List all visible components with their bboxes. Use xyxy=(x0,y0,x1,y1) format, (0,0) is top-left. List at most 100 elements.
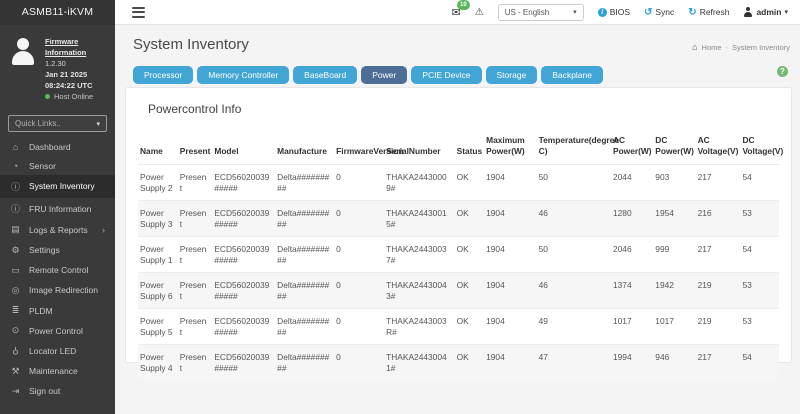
table-cell: 219 xyxy=(696,273,741,309)
table-cell: Delta######### xyxy=(275,165,334,201)
table-cell: ECD56020039##### xyxy=(212,273,275,309)
language-value: US - English xyxy=(505,8,549,17)
powercontrol-panel: Powercontrol Info NamePresentModelManufa… xyxy=(125,87,792,363)
table-cell: 217 xyxy=(696,237,741,273)
sidebar-item-locator-led[interactable]: ⚲Locator LED xyxy=(0,341,115,361)
sidebar-item-label: System Inventory xyxy=(29,181,95,191)
chevron-down-icon: ▾ xyxy=(784,8,788,16)
sidebar-item-image-redirection[interactable]: ◎Image Redirection xyxy=(0,280,115,300)
column-header-manufacture: Manufacture xyxy=(275,132,334,165)
table-cell: 0 xyxy=(334,309,384,345)
table-cell: 54 xyxy=(740,165,779,201)
column-header-temperature-degree-c: Temperature(degree C) xyxy=(537,132,611,165)
column-header-model: Model xyxy=(212,132,275,165)
table-cell: 1904 xyxy=(484,345,537,381)
firmware-date: Jan 21 2025 08:24:22 UTC xyxy=(45,69,110,91)
table-cell: THAKA2443003R# xyxy=(384,309,455,345)
table-cell: 1994 xyxy=(611,345,653,381)
table-cell: OK xyxy=(455,345,484,381)
table-cell: Present xyxy=(178,201,213,237)
help-button[interactable]: ? xyxy=(777,66,788,77)
table-cell: 1017 xyxy=(653,309,695,345)
table-cell: 0 xyxy=(334,273,384,309)
refresh-icon: ↻ xyxy=(688,7,696,18)
tab-backplane[interactable]: Backplane xyxy=(541,66,603,84)
table-cell: Power Supply 4 xyxy=(138,345,178,381)
tab-memory-controller[interactable]: Memory Controller xyxy=(197,66,289,84)
sync-button[interactable]: ↺ Sync xyxy=(644,7,674,18)
gear-icon: ⚙ xyxy=(10,245,21,256)
sidebar-item-label: Maintenance xyxy=(29,366,78,376)
menu-toggle-button[interactable] xyxy=(132,7,145,18)
table-cell: Present xyxy=(178,309,213,345)
chevron-right-icon: › xyxy=(102,225,105,235)
table-cell: Present xyxy=(178,345,213,381)
table-cell: Delta######### xyxy=(275,201,334,237)
sidebar-item-dashboard[interactable]: ⌂Dashboard xyxy=(0,137,115,156)
refresh-label: Refresh xyxy=(700,7,730,17)
table-row: Power Supply 4PresentECD56020039#####Del… xyxy=(138,345,779,381)
table-cell: 219 xyxy=(696,309,741,345)
firmware-information-link[interactable]: Firmware Information xyxy=(45,36,110,58)
info-icon: i xyxy=(598,8,607,17)
sidebar-item-sign-out[interactable]: ⇥Sign out xyxy=(0,381,115,401)
table-cell: 47 xyxy=(537,345,611,381)
sidebar-item-fru-information[interactable]: ⓘ FRU Information xyxy=(0,198,115,220)
sync-label: Sync xyxy=(655,7,674,17)
table-cell: 0 xyxy=(334,165,384,201)
table-cell: 50 xyxy=(537,165,611,201)
messages-button[interactable]: ✉ 10 xyxy=(452,6,461,19)
bios-button[interactable]: i BIOS xyxy=(598,7,630,17)
sidebar-item-label: Logs & Reports xyxy=(29,225,88,235)
table-cell: Delta######### xyxy=(275,237,334,273)
user-icon xyxy=(743,7,753,17)
table-cell: OK xyxy=(455,165,484,201)
table-cell: Power Supply 3 xyxy=(138,201,178,237)
sidebar-item-label: Power Control xyxy=(29,326,83,336)
sidebar-item-power-control[interactable]: ⊙Power Control xyxy=(0,321,115,341)
sidebar-item-label: Settings xyxy=(29,245,60,255)
table-row: Power Supply 5PresentECD56020039#####Del… xyxy=(138,309,779,345)
column-header-dc-voltage-v: DC Voltage(V) xyxy=(740,132,779,165)
sidebar-item-sensor[interactable]: ◔Sensor xyxy=(0,156,115,175)
sidebar-item-settings[interactable]: ⚙ Settings xyxy=(0,240,115,260)
language-select[interactable]: US - English ▾ xyxy=(498,4,584,21)
quick-links-select[interactable]: Quick Links.. ▾ xyxy=(8,115,107,132)
table-cell: 0 xyxy=(334,345,384,381)
sync-icon: ↺ xyxy=(644,7,652,18)
bulb-icon: ⚲ xyxy=(10,345,21,356)
breadcrumb-separator: - xyxy=(726,43,729,52)
tab-pcie-device[interactable]: PCIE Device xyxy=(411,66,481,84)
tab-processor[interactable]: Processor xyxy=(133,66,193,84)
tab-storage[interactable]: Storage xyxy=(486,66,538,84)
sidebar-item-maintenance[interactable]: ⚒Maintenance xyxy=(0,361,115,381)
table-cell: 946 xyxy=(653,345,695,381)
sidebar-item-pldm[interactable]: ≣PLDM xyxy=(0,301,115,321)
sidebar-item-remote-control[interactable]: ▭Remote Control xyxy=(0,260,115,280)
breadcrumb-home[interactable]: Home xyxy=(702,43,722,52)
tab-baseboard[interactable]: BaseBoard xyxy=(293,66,357,84)
breadcrumb: ⌂ Home - System Inventory xyxy=(692,42,790,52)
sidebar-item-logs-reports[interactable]: ▤ Logs & Reports › xyxy=(0,220,115,240)
table-cell: 1280 xyxy=(611,201,653,237)
table-cell: 1904 xyxy=(484,201,537,237)
table-cell: 0 xyxy=(334,201,384,237)
table-cell: 216 xyxy=(696,201,741,237)
disc-icon: ◎ xyxy=(10,285,21,296)
profile-block: Firmware Information 1.2.30 Jan 21 2025 … xyxy=(0,25,115,108)
avatar xyxy=(8,38,38,68)
sidebar-item-label: PLDM xyxy=(29,306,53,316)
tab-power[interactable]: Power xyxy=(361,66,407,84)
sidebar-item-label: FRU Information xyxy=(29,204,91,214)
monitor-icon: ▭ xyxy=(10,265,21,276)
refresh-button[interactable]: ↻ Refresh xyxy=(688,7,729,18)
firmware-version: 1.2.30 xyxy=(45,58,110,69)
table-cell: 46 xyxy=(537,201,611,237)
table-cell: 999 xyxy=(653,237,695,273)
user-menu[interactable]: admin ▾ xyxy=(743,7,788,17)
info-icon: ⓘ xyxy=(10,202,21,215)
alerts-button[interactable]: ⚠ xyxy=(475,7,484,18)
sidebar-item-system-inventory[interactable]: ⓘSystem Inventory xyxy=(0,175,115,197)
table-cell: Present xyxy=(178,237,213,273)
chart-icon: ▤ xyxy=(10,224,21,235)
